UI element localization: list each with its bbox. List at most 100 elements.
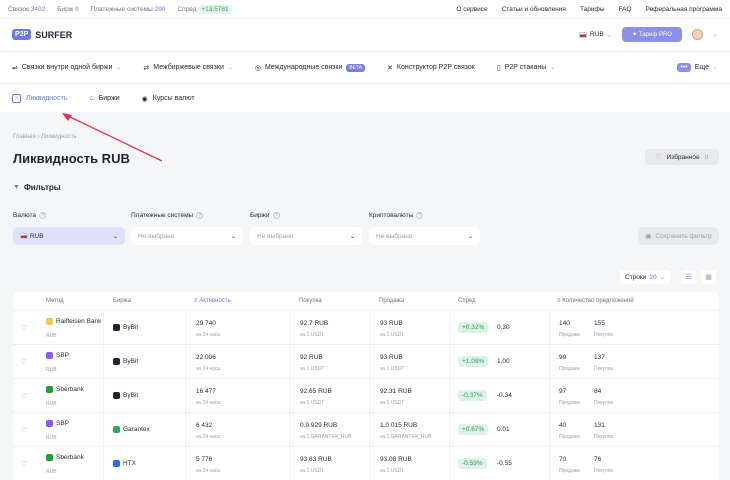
table-row[interactable]: ♡ SBP RUB ByBit 22 006 за 24 часа 92 RUB за 1 U… xyxy=(13,345,719,379)
chevron-down-icon: ⌄ xyxy=(659,274,666,281)
top-menu-about[interactable]: О сервисе xyxy=(456,6,487,13)
divider xyxy=(549,311,550,345)
method-currency: RUB xyxy=(46,401,57,407)
subnav-liquidity[interactable]: ~ Ликвидность xyxy=(12,94,67,103)
heart-icon[interactable]: ♡ xyxy=(21,460,27,468)
divider xyxy=(185,311,186,345)
payment-method-icon xyxy=(46,352,53,359)
grid-view-icon[interactable]: ▦ xyxy=(701,270,716,284)
activity-value: 16 477 xyxy=(196,388,216,395)
payment-method-icon xyxy=(46,420,53,427)
col-exchange[interactable]: Биржа xyxy=(113,298,131,304)
col-method[interactable]: Метод xyxy=(46,298,64,304)
table-row[interactable]: ♡ Sberbank RUB HTX 5 776 за 24 часа 93.63 RUB з… xyxy=(13,447,719,480)
save-icon: ▣ xyxy=(645,233,652,240)
top-menu: О сервисе Статьи и обновления Тарифы FAQ… xyxy=(456,6,722,13)
buy-offers-count: 76 xyxy=(594,456,602,463)
rows-per-page-select[interactable]: Строки 20 ⌄ xyxy=(620,270,671,284)
spread-value: 0.01 xyxy=(497,426,510,433)
sell-offers-count: 70 xyxy=(559,456,567,463)
col-sell[interactable]: Продажа xyxy=(379,298,404,304)
liquidity-table: Метод Биржа ≡ Активность Покупка Продажа… xyxy=(13,292,719,480)
russia-flag-icon xyxy=(20,232,28,239)
divider xyxy=(185,413,186,447)
sell-offers-count: 140 xyxy=(559,320,570,327)
sell-unit: за 1 USDT xyxy=(380,400,405,406)
stat-exchanges: Бирж 9 xyxy=(57,5,79,13)
nav-intra-exchange[interactable]: ⇌ Связки внутри одной биржи ⌄ xyxy=(12,64,121,72)
filter-icon: ▼ xyxy=(13,184,20,191)
exchange-cell: ByBit xyxy=(113,392,138,399)
divider xyxy=(289,447,290,480)
top-menu-articles[interactable]: Статьи и обновления xyxy=(502,6,566,13)
heart-icon[interactable]: ♡ xyxy=(21,426,27,434)
activity-period: за 24 часа xyxy=(196,366,221,372)
crypto-select[interactable]: Не выбрано ⌄ xyxy=(369,227,480,245)
buy-price: 92.65 RUB xyxy=(300,388,332,395)
stat-links: Связок 3402 xyxy=(8,5,46,13)
globe-icon: ◎ xyxy=(254,64,261,72)
activity-period: за 24 часа xyxy=(196,434,221,440)
top-menu-referral[interactable]: Реферальная программа xyxy=(646,6,722,13)
sell-unit: за 1 USDT xyxy=(380,366,405,372)
avatar[interactable] xyxy=(691,29,703,40)
buy-price: 92.7 RUB xyxy=(300,320,329,327)
exchanges-select[interactable]: Не выбрано ⌄ xyxy=(250,227,362,245)
sell-offers-count: 97 xyxy=(559,388,567,395)
nav-more[interactable]: ••• Еще ⌄ xyxy=(677,63,718,72)
pro-tariff-button[interactable]: ✦ Тариф PRO xyxy=(622,27,682,42)
method-currency: RUB xyxy=(46,435,57,441)
nav-constructor[interactable]: ✕ Конструктор P2P связок xyxy=(387,64,475,72)
sell-offers-label: Продажа xyxy=(559,332,580,338)
logo-text: SURFER xyxy=(35,29,73,40)
buy-price: 93.63 RUB xyxy=(300,456,332,463)
method-cell: Sberbank xyxy=(46,386,84,393)
subnav-rates[interactable]: ◉ Курсы валют xyxy=(142,95,195,103)
list-view-icon[interactable]: ☰ xyxy=(681,270,696,284)
breadcrumb: Главная › Ликвидность xyxy=(13,134,77,140)
sell-offers-count: 99 xyxy=(559,354,567,361)
col-spread[interactable]: Спред xyxy=(458,298,476,304)
heart-icon[interactable]: ♡ xyxy=(21,358,27,366)
buy-price: 0.9 929 RUB xyxy=(300,422,338,429)
table-row[interactable]: ♡ Raiffeisen Bank RUB ByBit 29 740 за 24 часа… xyxy=(13,311,719,345)
buy-unit: за 1 USDT xyxy=(300,400,325,406)
exchange-cell: ByBit xyxy=(113,358,138,365)
method-currency: RUB xyxy=(46,333,57,339)
top-menu-tariffs[interactable]: Тарифы xyxy=(580,6,605,13)
payment-method-icon xyxy=(46,386,53,393)
subnav-exchanges[interactable]: ⌂ Биржи xyxy=(89,95,119,102)
heart-icon[interactable]: ♡ xyxy=(21,392,27,400)
buy-offers-label: Покупка xyxy=(594,332,613,338)
exchange-logo-icon xyxy=(113,460,120,467)
logo-badge: P2P xyxy=(12,29,32,40)
nav-inter-exchange[interactable]: ⇄ Межбиржевые связки ⌄ xyxy=(143,64,232,72)
heart-icon[interactable]: ♡ xyxy=(21,324,27,332)
tools-icon: ✕ xyxy=(387,64,393,72)
chevron-down-icon: ⌄ xyxy=(550,65,556,71)
chevron-down-icon: ⌄ xyxy=(606,31,613,39)
favorites-button[interactable]: ♡ Избранное 0 xyxy=(645,149,719,165)
table-row[interactable]: ♡ Sberbank RUB ByBit 16 477 за 24 часа 92.65 R… xyxy=(13,379,719,413)
table-row[interactable]: ♡ SBP RUB Garantex 6 432 за 24 часа 0.9 929 RU… xyxy=(13,413,719,447)
divider xyxy=(449,379,450,413)
col-offers[interactable]: ≡ Количество предложений xyxy=(557,298,634,304)
spread-percent: +1.09% xyxy=(458,356,489,367)
col-buy[interactable]: Покупка xyxy=(299,298,322,304)
sell-offers-label: Продажа xyxy=(559,468,580,474)
filters-heading[interactable]: ▼ Фильтры xyxy=(13,183,61,192)
col-activity[interactable]: ≡ Активность xyxy=(194,298,231,304)
nav-p2p-orderbooks[interactable]: ▯ P2P стаканы ⌄ xyxy=(497,64,555,72)
top-menu-faq[interactable]: FAQ xyxy=(619,6,632,13)
nav-international[interactable]: ◎ Международные связки BETA xyxy=(254,63,366,72)
currency-selector[interactable]: RUB ⌄ xyxy=(579,31,612,39)
method-currency: RUB xyxy=(46,469,57,475)
payment-select[interactable]: Не выбрано ⌄ xyxy=(131,227,243,245)
currency-select[interactable]: RUB ⌄ xyxy=(13,227,125,245)
sell-unit: за 1 GARANTEX_RUB xyxy=(380,434,432,440)
chevron-down-icon[interactable]: ⌄ xyxy=(713,31,718,38)
save-filter-button[interactable]: ▣ Сохранить фильтр xyxy=(638,227,719,245)
buy-offers-label: Покупка xyxy=(594,400,613,406)
logo[interactable]: P2P SURFER xyxy=(12,29,72,40)
divider xyxy=(185,379,186,413)
